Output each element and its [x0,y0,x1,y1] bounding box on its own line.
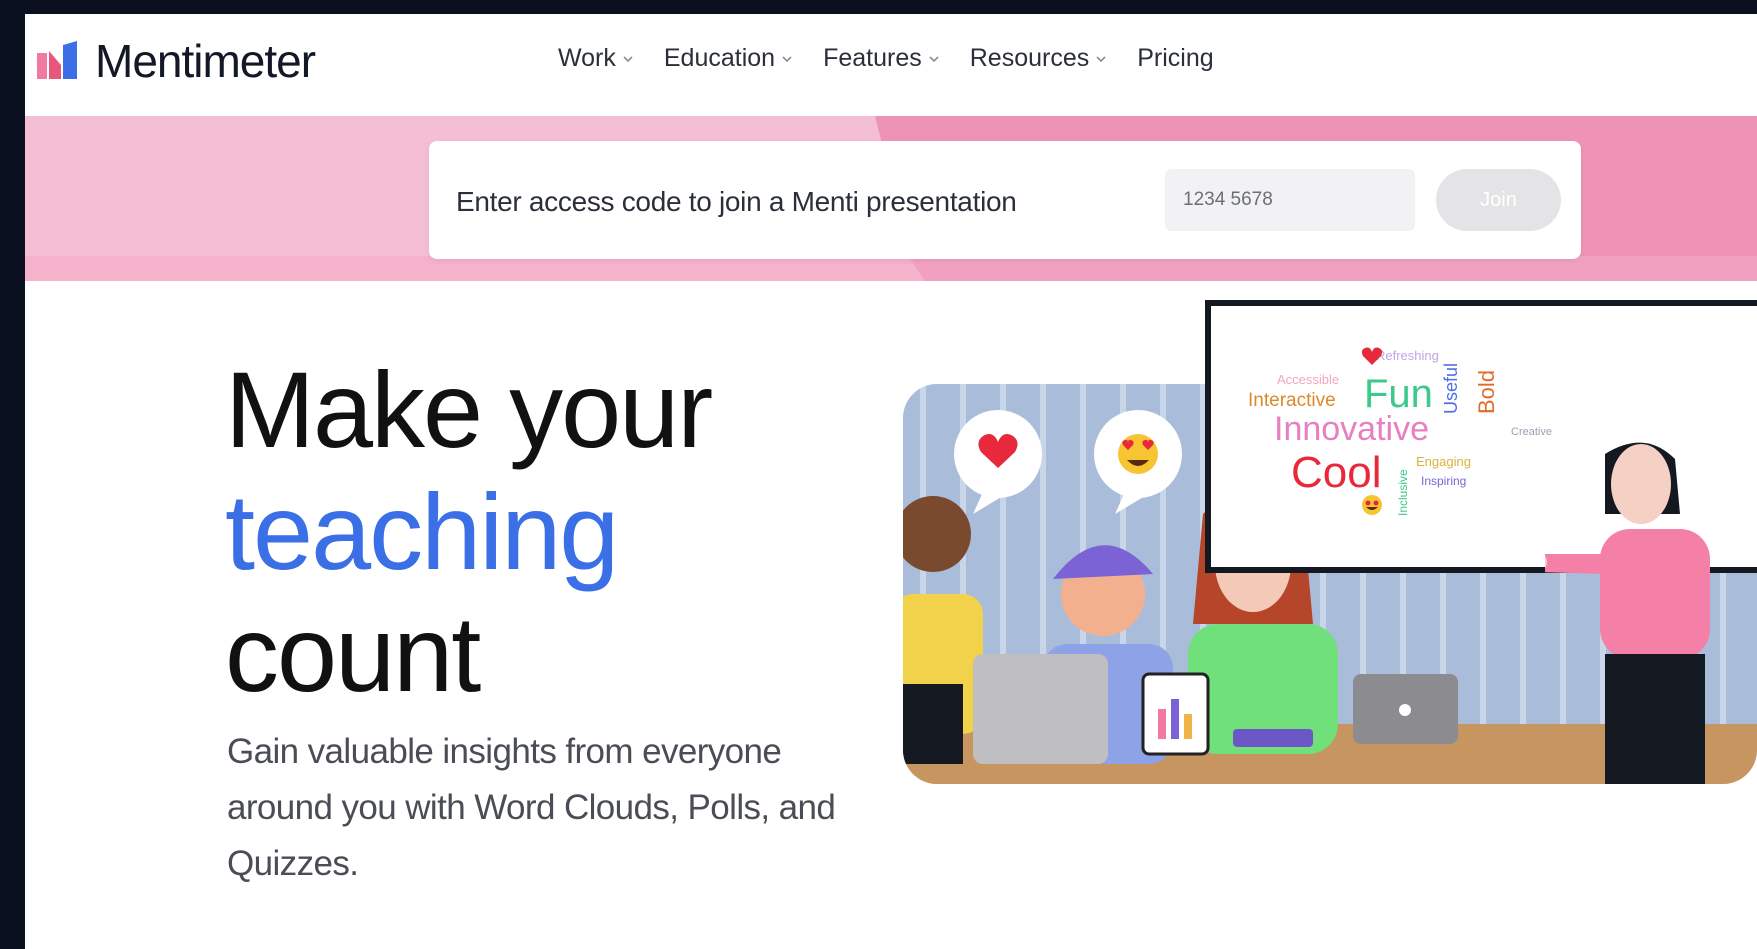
join-card: Enter access code to join a Menti presen… [429,141,1581,259]
hero-title: Make your teaching count [225,349,713,715]
word-cloud-word: Interactive [1248,390,1336,411]
nav-item-resources[interactable]: Resources [970,44,1108,73]
join-banner: Enter access code to join a Menti presen… [25,116,1757,281]
chevron-down-icon [929,55,939,62]
brand-name: Mentimeter [95,35,316,87]
word-cloud-word: Inspiring [1421,474,1467,488]
nav-item-education[interactable]: Education [664,44,793,73]
chevron-down-icon [623,55,633,62]
heart-icon [1361,347,1383,365]
word-cloud-word: Bold [1474,369,1499,414]
nav-item-label: Work [558,44,616,72]
nav-item-label: Education [663,44,776,72]
word-cloud-word: Inclusive [1396,469,1410,516]
nav-item-work[interactable]: Work [558,44,634,73]
nav-item-pricing[interactable]: Pricing [1137,44,1213,73]
join-button[interactable]: Join [1436,169,1561,231]
word-cloud-word: Accessible [1277,372,1340,387]
chevron-down-icon [782,55,792,62]
logo[interactable]: Mentimeter [37,35,316,87]
word-cloud-word: Refreshing [1376,348,1439,363]
nav-item-label: Pricing [1137,44,1214,72]
main-menu: Work Education Features Resources Pricin… [558,44,1214,73]
nav-item-label: Resources [969,44,1090,72]
browser-viewport: Mentimeter Work Education Features Resou… [25,14,1757,949]
hero-subtitle: Gain valuable insights from everyone aro… [227,732,836,883]
word-cloud-word: Cool [1291,448,1382,497]
top-navbar: Mentimeter Work Education Features Resou… [25,14,1757,116]
word-cloud-word: Engaging [1416,454,1471,469]
heart-eyes-emoji-icon [1362,495,1382,515]
hero-title-line1: Make your [225,349,713,470]
nav-item-features[interactable]: Features [823,44,940,73]
mentimeter-logo-icon [37,41,77,79]
presenter-figure [1545,442,1710,784]
hero-title-line3: count [225,593,481,714]
chevron-down-icon [1096,55,1106,62]
join-prompt: Enter access code to join a Menti presen… [456,186,1017,217]
word-cloud-word: Innovative [1274,410,1429,448]
nav-item-label: Features [823,44,922,72]
access-code-input[interactable] [1165,169,1415,231]
hero-title-line2: teaching [225,471,619,592]
word-cloud-word: Useful [1441,362,1461,414]
